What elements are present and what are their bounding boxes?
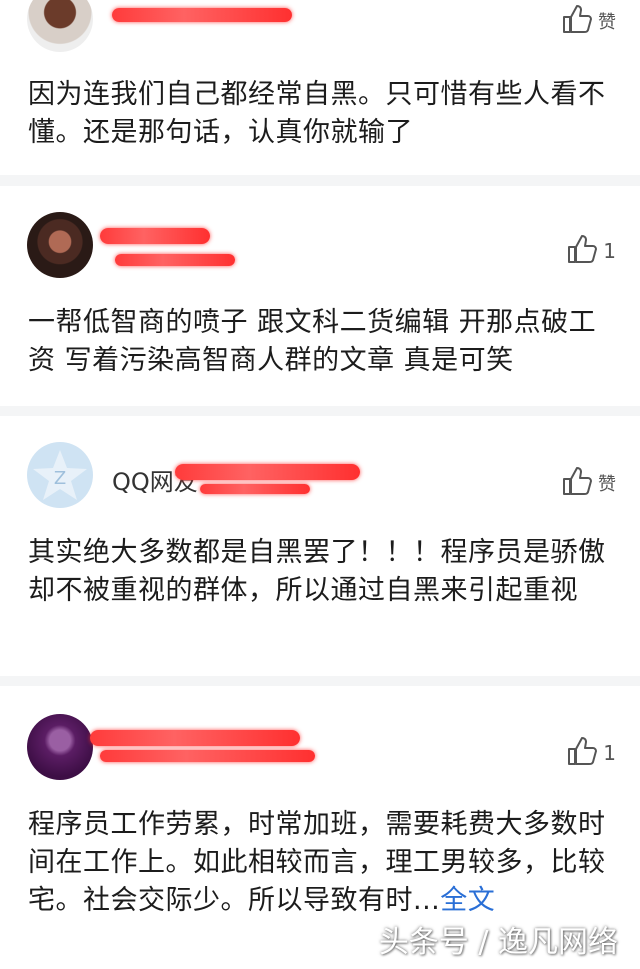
redaction-mark <box>112 8 292 22</box>
watermark: 头条号 / 逸凡网络 <box>378 925 618 960</box>
comment-text: 因为连我们自己都经常自黑。只可惜有些人看不懂。还是那句话，认真你就输了 <box>28 79 606 148</box>
redaction-mark <box>90 730 300 746</box>
like-label: 赞 <box>598 12 616 33</box>
thumbs-up-icon <box>560 464 594 502</box>
comment-text: 一帮低智商的喷子 跟文科二货编辑 开那点破工资 写着污染高智商人群的文章 真是可… <box>28 307 597 376</box>
comment-card: 1 一帮低智商的喷子 跟文科二货编辑 开那点破工资 写着污染高智商人群的文章 真… <box>0 186 640 406</box>
like-button[interactable]: 赞 <box>560 464 616 502</box>
comment-card: 赞 因为连我们自己都经常自黑。只可惜有些人看不懂。还是那句话，认真你就输了 <box>0 0 640 175</box>
avatar[interactable]: Z <box>27 442 93 508</box>
avatar[interactable] <box>27 714 93 780</box>
comment-text: 其实绝大多数都是自黑罢了！！！程序员是骄傲却不被重视的群体，所以通过自黑来引起重… <box>28 537 606 606</box>
star-icon: Z <box>33 450 87 500</box>
like-count: 1 <box>603 741 616 765</box>
like-button[interactable]: 赞 <box>560 2 616 40</box>
thumbs-up-icon <box>560 2 594 40</box>
like-button[interactable]: 1 <box>565 734 616 772</box>
comment-card: 1 程序员工作劳累，时常加班，需要耗费大多数时间在工作上。如此相较而言，理工男较… <box>0 686 640 969</box>
full-text-link[interactable]: 全文 <box>440 885 495 916</box>
redaction-mark <box>100 750 315 762</box>
avatar[interactable] <box>27 0 93 52</box>
redaction-mark <box>115 254 235 266</box>
like-button[interactable]: 1 <box>565 232 616 270</box>
redaction-mark <box>175 464 360 480</box>
thumbs-up-icon <box>565 734 599 772</box>
like-count: 1 <box>603 239 616 263</box>
comment-text: 程序员工作劳累，时常加班，需要耗费大多数时间在工作上。如此相较而言，理工男较多，… <box>28 806 618 920</box>
thumbs-up-icon <box>565 232 599 270</box>
svg-text:Z: Z <box>54 468 66 489</box>
comment-text-body: 程序员工作劳累，时常加班，需要耗费大多数时间在工作上。如此相较而言，理工男较多，… <box>28 809 606 916</box>
like-label: 赞 <box>598 474 616 495</box>
comment-card: Z QQ网友 赞 其实绝大多数都是自黑罢了！！！程序员是骄傲却不被重视的群体，所… <box>0 416 640 676</box>
avatar[interactable] <box>27 212 93 278</box>
redaction-mark <box>200 484 310 494</box>
redaction-mark <box>100 228 210 244</box>
